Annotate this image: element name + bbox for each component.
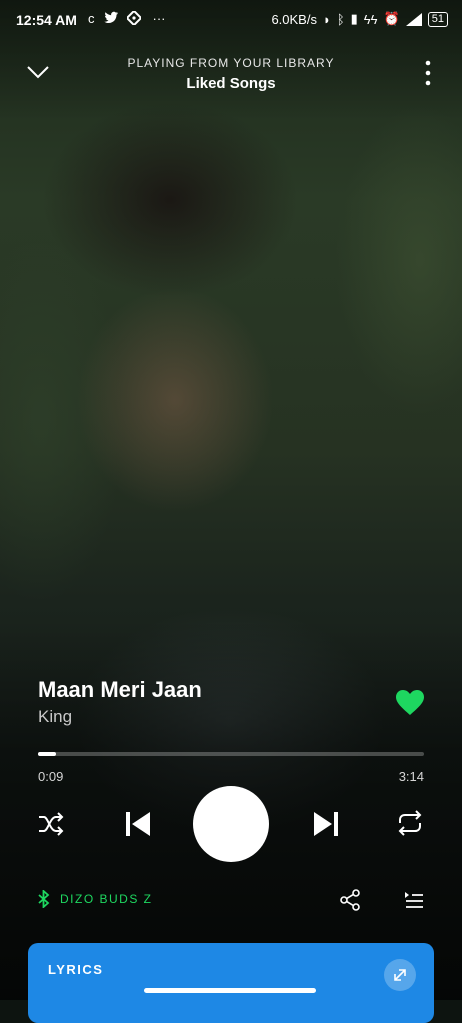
chevron-down-icon[interactable] [26, 62, 50, 82]
heart-icon[interactable] [396, 690, 424, 716]
track-title[interactable]: Maan Meri Jaan [38, 677, 202, 703]
c-icon: ᴄ [88, 11, 95, 26]
network-speed: 6.0KB/s [271, 11, 317, 27]
playing-from-label: PLAYING FROM YOUR LIBRARY [127, 56, 335, 70]
bluetooth-icon [38, 890, 50, 908]
status-time: 12:54 AM [16, 12, 77, 28]
shuffle-icon[interactable] [38, 812, 64, 836]
connected-device[interactable]: DIZO BUDS Z [38, 890, 153, 908]
bluetooth-icon: ᛒ [336, 11, 345, 27]
more-options-icon[interactable] [424, 60, 432, 86]
repeat-icon[interactable] [396, 810, 424, 836]
status-bar: 12:54 AM ᴄ ··· 6.0KB/s ◗ ᛒ ▮ ϟϟ ⏰ 51 [0, 0, 462, 40]
next-track-icon[interactable] [312, 810, 340, 838]
progress-fill [38, 752, 56, 756]
lyrics-card[interactable]: LYRICS [28, 943, 434, 1023]
signal-icon [405, 12, 422, 26]
device-name: DIZO BUDS Z [60, 892, 153, 906]
vibrate-icon: ▮ [350, 11, 358, 26]
expand-lyrics-button[interactable] [384, 959, 416, 991]
home-indicator [144, 988, 316, 993]
data-saver-icon: ϟϟ [363, 11, 378, 27]
share-icon[interactable] [340, 889, 360, 911]
navigation-icon [126, 11, 141, 25]
moon-icon: ◗ [322, 11, 331, 27]
playback-context: PLAYING FROM YOUR LIBRARY Liked Songs [80, 56, 382, 92]
alarm-icon: ⏰ [383, 11, 400, 26]
total-time: 3:14 [398, 769, 424, 784]
battery-indicator: 51 [427, 11, 448, 27]
previous-track-icon[interactable] [124, 810, 152, 838]
lyrics-label: LYRICS [48, 962, 104, 977]
twitter-icon [103, 11, 118, 23]
play-pause-button[interactable] [193, 786, 269, 862]
expand-icon [394, 969, 406, 981]
queue-icon[interactable] [404, 890, 424, 910]
elapsed-time: 0:09 [38, 769, 64, 784]
progress-bar[interactable] [38, 752, 424, 756]
more-dots-icon: ··· [152, 11, 166, 26]
track-artist[interactable]: King [38, 707, 72, 727]
playlist-name[interactable]: Liked Songs [80, 75, 382, 92]
